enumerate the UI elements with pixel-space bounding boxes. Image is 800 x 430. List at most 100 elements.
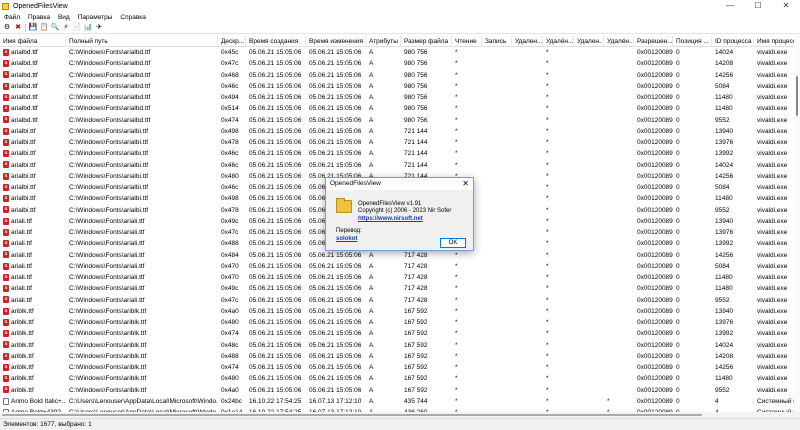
table-row[interactable]: a arialbd.ttf C:\Windows\Fonts\arialbd.ttf…	[0, 70, 800, 81]
dialog-close-icon[interactable]: ✕	[462, 178, 469, 190]
col-delete-3-cell	[574, 205, 604, 216]
file-name-text: arialbi.ttf	[11, 150, 36, 158]
col-delete-2-header[interactable]: Удалён...	[543, 36, 574, 47]
vertical-scroll-thumb[interactable]	[796, 76, 798, 116]
col-created-header[interactable]: Время создания	[246, 36, 306, 47]
col-full-path-cell: C:\Windows\Fonts\ariblk.ttf	[69, 319, 147, 326]
col-modified-header[interactable]: Время изменения	[306, 36, 366, 47]
table-row[interactable]: a arialbd.ttf C:\Windows\Fonts\arialbd.ttf…	[0, 103, 800, 114]
table-row[interactable]: a arialbi.ttf C:\Windows\Fonts\arialbi.ttf…	[0, 126, 800, 137]
col-delete-2-cell: *	[546, 217, 549, 225]
col-attributes-header[interactable]: Атрибуты	[366, 36, 401, 47]
table-row[interactable]: a arialbi.ttf C:\Windows\Fonts\arialbi.ttf…	[0, 137, 800, 148]
col-handle-cell: 0x488	[221, 240, 239, 248]
exit-icon[interactable]: ✈	[95, 24, 103, 32]
col-full-path-header[interactable]: Полный путь	[66, 36, 218, 47]
col-position-cell: 0	[676, 184, 680, 191]
col-position-cell: 0	[676, 195, 680, 203]
file-name-text: arialbd.ttf	[11, 49, 38, 56]
col-delete-1-cell	[512, 70, 543, 81]
col-delete-3-cell	[574, 160, 604, 171]
col-write-cell	[482, 216, 512, 227]
table-row[interactable]: a ariali.ttf C:\Windows\Fonts\ariali.ttf 0x…	[0, 250, 800, 261]
table-row[interactable]: a arialbd.ttf C:\Windows\Fonts\arialbd.ttf…	[0, 92, 800, 103]
col-delete-4-cell	[604, 272, 634, 283]
maximize-button[interactable]: ☐	[744, 0, 772, 12]
col-delete-1-header[interactable]: Удален...	[512, 36, 543, 47]
col-delete-1-cell	[512, 396, 543, 407]
col-position-cell: 0	[676, 49, 680, 56]
col-file-size-header[interactable]: Размер файла	[401, 36, 452, 47]
table-row[interactable]: a arialbd.ttf C:\Windows\Fonts\arialbd.ttf…	[0, 47, 800, 58]
report-icon[interactable]: 📄	[73, 24, 82, 32]
table-row[interactable]: a arialbd.ttf C:\Windows\Fonts\arialbd.ttf…	[0, 58, 800, 69]
menu-view[interactable]: Вид	[54, 14, 74, 21]
col-delete-2-cell: *	[546, 116, 549, 124]
minimize-button[interactable]: —	[716, 0, 744, 12]
col-position-cell: 0	[676, 352, 680, 360]
copy-icon[interactable]: 📋	[40, 24, 49, 32]
col-file-size-cell: 717 428	[404, 274, 428, 281]
table-row[interactable]: a ariblk.ttf C:\Windows\Fonts\ariblk.ttf 0x…	[0, 340, 800, 351]
col-position-cell: 0	[676, 386, 680, 394]
col-handle-cell: 0x470	[221, 274, 239, 281]
col-write-header[interactable]: Запись	[482, 36, 512, 47]
col-full-path-cell: C:\Windows\Fonts\arialbi.ttf	[69, 139, 149, 146]
col-access-header[interactable]: Разрешен...	[634, 36, 673, 47]
col-read-cell: *	[455, 105, 458, 113]
file-name-text: ariblk.ttf	[11, 319, 34, 326]
table-row[interactable]: Arimo Bold Italic+... C:\Users\Lenouser\A…	[0, 396, 800, 407]
menu-edit[interactable]: Правка	[24, 14, 54, 21]
menu-file[interactable]: Файл	[0, 14, 24, 21]
col-file-size-cell: 980 756	[404, 105, 428, 113]
table-row[interactable]: a ariali.ttf C:\Windows\Fonts\ariali.ttf 0x…	[0, 272, 800, 283]
table-row[interactable]: a ariblk.ttf C:\Windows\Fonts\ariblk.ttf 0x…	[0, 328, 800, 339]
table-row[interactable]: a ariblk.ttf C:\Windows\Fonts\ariblk.ttf 0x…	[0, 306, 800, 317]
table-row[interactable]: a ariali.ttf C:\Windows\Fonts\ariali.ttf 0x…	[0, 261, 800, 272]
col-file-name-cell: a arialbd.ttf	[0, 58, 66, 69]
document-file-icon	[3, 397, 9, 405]
app-icon	[2, 2, 9, 10]
col-handle-header[interactable]: Дескр...	[218, 36, 246, 47]
table-row[interactable]: a ariblk.ttf C:\Windows\Fonts\ariblk.ttf 0x…	[0, 362, 800, 373]
table-row[interactable]: a ariblk.ttf C:\Windows\Fonts\ariblk.ttf 0x…	[0, 373, 800, 384]
translator-link[interactable]: solokot	[336, 236, 357, 242]
col-file-name-header[interactable]: Имя файла	[0, 36, 66, 47]
table-row[interactable]: a arialbi.ttf C:\Windows\Fonts\arialbi.ttf…	[0, 160, 800, 171]
col-delete-4-header[interactable]: Удалён...	[604, 36, 634, 47]
ok-button[interactable]: OK	[440, 238, 466, 248]
col-file-name-cell: a arialbi.ttf	[0, 160, 66, 171]
nirsoft-link[interactable]: https://www.nirsoft.net	[358, 216, 423, 222]
stats-icon[interactable]: 📊	[84, 24, 93, 32]
menu-options[interactable]: Параметры	[74, 14, 117, 21]
font-file-icon: a	[3, 172, 9, 180]
close-button[interactable]: ✕	[772, 0, 800, 12]
col-full-path-cell: C:\Windows\Fonts\ariali.ttf	[69, 274, 145, 281]
table-row[interactable]: a ariblk.ttf C:\Windows\Fonts\ariblk.ttf 0x…	[0, 317, 800, 328]
menu-help[interactable]: Справка	[116, 14, 150, 21]
vertical-scrollbar[interactable]	[794, 36, 800, 412]
find-icon[interactable]: 🔍	[51, 24, 60, 32]
col-file-size-cell: 980 756	[404, 71, 428, 79]
col-position-header[interactable]: Позиция ...	[673, 36, 712, 47]
table-row[interactable]: a arialbd.ttf C:\Windows\Fonts\arialbd.ttf…	[0, 81, 800, 92]
table-row[interactable]: a ariblk.ttf C:\Windows\Fonts\ariblk.ttf 0x…	[0, 385, 800, 396]
col-process-id-header[interactable]: ID процесса	[712, 36, 754, 47]
col-position-cell: 0	[676, 206, 680, 214]
properties-icon[interactable]: ⚙	[3, 24, 11, 32]
col-write-cell	[482, 92, 512, 103]
horizontal-scroll-thumb[interactable]	[2, 414, 702, 416]
col-delete-3-header[interactable]: Удален...	[574, 36, 604, 47]
table-row[interactable]: a arialbd.ttf C:\Windows\Fonts\arialbd.ttf…	[0, 115, 800, 126]
table-row[interactable]: a ariblk.ttf C:\Windows\Fonts\ariblk.ttf 0x…	[0, 351, 800, 362]
table-row[interactable]: a arialbi.ttf C:\Windows\Fonts\arialbi.ttf…	[0, 148, 800, 159]
save-icon[interactable]: 💾	[29, 24, 38, 32]
table-row[interactable]: a ariali.ttf C:\Windows\Fonts\ariali.ttf 0x…	[0, 283, 800, 294]
col-attributes-cell: A	[369, 397, 374, 405]
col-access-cell: 0x00120089	[637, 184, 673, 191]
col-delete-4-cell	[604, 283, 634, 294]
filter-icon[interactable]: ⚡	[62, 24, 70, 32]
table-row[interactable]: a ariali.ttf C:\Windows\Fonts\ariali.ttf 0x…	[0, 295, 800, 306]
close-handle-icon[interactable]: ✖	[14, 24, 22, 32]
col-read-header[interactable]: Чтение	[452, 36, 482, 47]
